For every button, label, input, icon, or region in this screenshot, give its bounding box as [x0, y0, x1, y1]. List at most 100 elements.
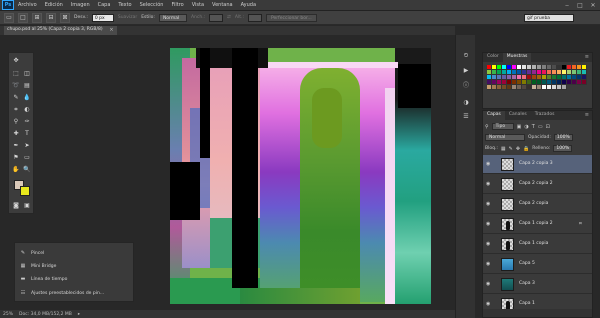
visibility-eye-icon[interactable]: ◉ — [486, 161, 494, 167]
filter-type-icon[interactable]: T — [532, 124, 535, 130]
document-tab[interactable]: chupo.psd al 25% (Capa 2 copia 3, RGB/8)… — [4, 26, 117, 35]
menu-texto[interactable]: Texto — [114, 2, 135, 8]
menu-imagen[interactable]: Imagen — [67, 2, 94, 8]
menu-archivo[interactable]: Archivo — [14, 2, 41, 8]
actions-panel-icon[interactable]: ▶ — [460, 65, 472, 75]
layer-name[interactable]: Capa 1 — [519, 301, 535, 306]
layer-name[interactable]: Capa 2 copia 2 — [519, 181, 553, 186]
filter-pixel-icon[interactable]: ▣ — [517, 124, 522, 130]
tab-color[interactable]: Color — [483, 53, 503, 62]
filter-adjustment-icon[interactable]: ◑ — [524, 124, 528, 130]
menu-filtro[interactable]: Filtro — [167, 2, 187, 8]
visibility-eye-icon[interactable]: ◉ — [486, 221, 494, 227]
tab-paths[interactable]: Trazados — [531, 111, 559, 120]
feather-input[interactable]: 0 px — [91, 13, 114, 22]
style-select[interactable]: Normal — [158, 13, 187, 22]
shape-tool-icon[interactable]: ▭ — [22, 153, 32, 162]
menu-vista[interactable]: Vista — [188, 2, 208, 8]
lock-image-icon[interactable]: ✎ — [509, 146, 513, 152]
document-canvas-image[interactable] — [170, 48, 431, 304]
eyedropper-tool-icon[interactable]: ⚲ — [11, 117, 21, 126]
height-input[interactable] — [247, 13, 262, 22]
eraser-tool-icon[interactable]: ◫ — [22, 69, 32, 78]
layer-name[interactable]: Capa 5 — [519, 261, 535, 266]
menu-capa[interactable]: Capa — [94, 2, 115, 8]
minimize-button[interactable]: ‒ — [562, 1, 572, 9]
layer-row[interactable]: ◉ Capa 3 — [483, 275, 592, 294]
healing-brush-tool-icon[interactable]: ✚ — [11, 129, 21, 138]
lock-transparent-icon[interactable]: ▦ — [501, 146, 506, 152]
visibility-eye-icon[interactable]: ◉ — [486, 201, 494, 207]
add-selection-icon[interactable]: ⊞ — [32, 12, 42, 23]
layer-name[interactable]: Capa 1 copia — [519, 241, 548, 246]
quick-mask-icon[interactable]: ◙ — [11, 201, 21, 210]
visibility-eye-icon[interactable]: ◉ — [486, 261, 494, 267]
properties-panel-icon[interactable]: ☰ — [460, 111, 472, 121]
adjustments-panel-icon[interactable]: ◑ — [460, 97, 472, 107]
blend-mode-select[interactable]: Normal — [485, 134, 525, 141]
zoom-level[interactable]: 25% — [3, 312, 13, 317]
brush-tool-icon[interactable]: ✒ — [11, 141, 21, 150]
timeline-panel-button[interactable]: ▬ Línea de tiempo — [19, 274, 68, 284]
history-panel-icon[interactable]: ⏲ — [460, 51, 472, 61]
mini-bridge-panel-button[interactable]: ▦ Mini Bridge — [19, 261, 57, 271]
status-menu-icon[interactable]: ▸ — [78, 312, 80, 317]
opacity-input[interactable]: 100% — [553, 134, 573, 141]
brush-presets-panel-button[interactable]: ☷ Ajustes preestablecidos de pin... — [19, 288, 104, 298]
marquee-tool-icon[interactable]: ⬚ — [11, 69, 21, 78]
layer-row[interactable]: ◉ Capa 1 copia 2 ⌗ — [483, 215, 592, 234]
crop-tool-icon[interactable]: ⌗ — [11, 105, 21, 114]
menu-ventana[interactable]: Ventana — [208, 2, 237, 8]
menu-ayuda[interactable]: Ayuda — [237, 2, 260, 8]
panel-menu-icon[interactable]: ≡ — [585, 54, 589, 60]
layer-name[interactable]: Capa 3 — [519, 281, 535, 286]
layer-name[interactable]: Capa 1 copia 2 — [519, 221, 553, 226]
menu-edicion[interactable]: Edición — [41, 2, 67, 8]
zoom-tool-icon[interactable]: 🔍 — [22, 165, 32, 174]
dodge-tool-icon[interactable]: ◐ — [22, 105, 32, 114]
background-color-swatch[interactable] — [20, 186, 30, 196]
layer-row[interactable]: ◉ Capa 2 copia 2 — [483, 175, 592, 194]
visibility-eye-icon[interactable]: ◉ — [486, 281, 494, 287]
lock-position-icon[interactable]: ✥ — [516, 146, 520, 152]
visibility-eye-icon[interactable]: ◉ — [486, 301, 494, 307]
filter-shape-icon[interactable]: ▭ — [538, 124, 543, 130]
intersect-selection-icon[interactable]: ⊠ — [60, 12, 70, 23]
workspace-select[interactable]: gif prueba — [524, 14, 574, 22]
layer-row[interactable]: ◉ Capa 2 copia — [483, 195, 592, 214]
type-tool-icon[interactable]: T — [22, 129, 32, 138]
path-selection-tool-icon[interactable]: ➤ — [22, 141, 32, 150]
tab-swatches[interactable]: Muestras — [502, 53, 532, 62]
lock-all-icon[interactable]: 🔒 — [523, 146, 529, 152]
close-button[interactable]: ✕ — [588, 1, 598, 9]
move-tool-icon[interactable]: ✥ — [11, 56, 21, 65]
layer-name[interactable]: Capa 2 copia — [519, 201, 548, 206]
swap-icon[interactable]: ⇄ — [227, 15, 231, 20]
brush-panel-button[interactable]: ✎ Pincel — [19, 248, 44, 258]
screen-mode-icon[interactable]: ▣ — [22, 201, 32, 210]
marquee-tool-preset-icon[interactable]: ▭ — [4, 12, 14, 23]
color-swatch[interactable] — [562, 85, 567, 90]
stamp-tool-icon[interactable]: ⚑ — [11, 153, 21, 162]
smooth-checkbox[interactable]: Suavizar — [118, 15, 137, 20]
layers-panel-menu-icon[interactable]: ≡ — [585, 112, 589, 118]
refine-edge-button[interactable]: Perfeccionar bor... — [265, 13, 317, 22]
visibility-eye-icon[interactable]: ◉ — [486, 181, 494, 187]
subtract-selection-icon[interactable]: ⊟ — [46, 12, 56, 23]
visibility-eye-icon[interactable]: ◉ — [486, 241, 494, 247]
fill-input[interactable]: 100% — [553, 145, 573, 152]
layer-row[interactable]: ◉ Capa 2 copia 3 — [483, 155, 592, 174]
layer-row[interactable]: ◉ Capa 1 copia — [483, 235, 592, 254]
gradient-tool-icon[interactable]: ▤ — [22, 81, 32, 90]
close-document-icon[interactable]: × — [109, 27, 113, 33]
pen-tool-icon[interactable]: ✑ — [22, 117, 32, 126]
lasso-tool-icon[interactable]: ➰ — [11, 81, 21, 90]
quick-selection-tool-icon[interactable]: ✎ — [11, 93, 21, 102]
layer-name[interactable]: Capa 2 copia 3 — [519, 161, 553, 166]
maximize-button[interactable]: □ — [575, 1, 585, 9]
blur-tool-icon[interactable]: 💧 — [22, 93, 32, 102]
menu-seleccion[interactable]: Selección — [136, 2, 168, 8]
tab-channels[interactable]: Canales — [505, 111, 531, 120]
layer-filter-select[interactable]: Tipo — [491, 123, 514, 130]
width-input[interactable] — [209, 13, 224, 22]
